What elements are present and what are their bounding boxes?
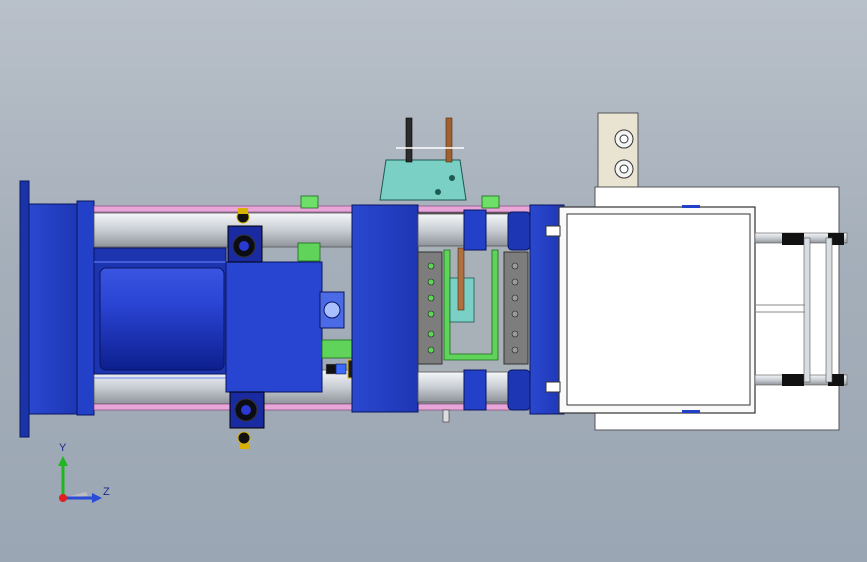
tie-rod-collar-top[interactable] bbox=[507, 211, 531, 251]
tie-rod-collar-bottom[interactable] bbox=[507, 369, 531, 411]
hopper-slot-bottom bbox=[682, 410, 700, 413]
hopper-tab-bottom bbox=[545, 381, 561, 393]
hopper-tab-top bbox=[545, 225, 561, 237]
small-pin bbox=[442, 409, 450, 423]
hydraulic-cylinder[interactable] bbox=[99, 267, 225, 371]
tie-rod-nut-top[interactable] bbox=[463, 209, 487, 251]
z-axis-head bbox=[92, 493, 102, 503]
rear-platen[interactable] bbox=[28, 203, 80, 415]
sensor-box-1[interactable] bbox=[325, 363, 337, 375]
rear-platen-flange[interactable] bbox=[76, 200, 95, 416]
axis-triad: Y Z bbox=[44, 436, 114, 516]
rear-end-plate[interactable] bbox=[19, 180, 30, 438]
y-axis-head bbox=[58, 456, 68, 466]
moving-platen[interactable] bbox=[225, 261, 323, 393]
barrel-post-right[interactable] bbox=[825, 237, 833, 383]
z-axis-label: Z bbox=[103, 486, 110, 498]
green-guide-top[interactable] bbox=[297, 242, 321, 262]
sprue-rod[interactable] bbox=[457, 247, 465, 311]
knob-icon[interactable] bbox=[614, 129, 634, 149]
injection-machine-model[interactable] bbox=[0, 0, 867, 562]
y-axis-label: Y bbox=[59, 442, 67, 454]
ejector-cover[interactable] bbox=[379, 159, 467, 201]
valve-assembly-bottom[interactable] bbox=[229, 391, 265, 449]
barrel-clamp-top-left[interactable] bbox=[782, 233, 804, 245]
green-cap-top[interactable] bbox=[300, 195, 319, 209]
x-axis-origin bbox=[59, 494, 67, 502]
knob-icon[interactable] bbox=[614, 159, 634, 179]
barrel-post-left[interactable] bbox=[803, 237, 811, 383]
hopper-slot-top bbox=[682, 205, 700, 208]
cad-viewport[interactable]: Y Z bbox=[0, 0, 867, 562]
tie-rod-nut-bottom[interactable] bbox=[463, 369, 487, 411]
fixed-platen[interactable] bbox=[351, 204, 419, 413]
sensor-box-3[interactable] bbox=[335, 363, 347, 375]
beige-mount-plate[interactable] bbox=[597, 112, 639, 190]
green-guide-rod[interactable] bbox=[321, 339, 357, 359]
green-cap-mid[interactable] bbox=[481, 195, 500, 209]
barrel-clamp-bottom-left[interactable] bbox=[782, 374, 804, 386]
lever-right[interactable] bbox=[445, 117, 453, 163]
lever-left[interactable] bbox=[405, 117, 413, 163]
triad-graphic bbox=[58, 456, 102, 503]
hopper-window[interactable] bbox=[566, 213, 751, 406]
